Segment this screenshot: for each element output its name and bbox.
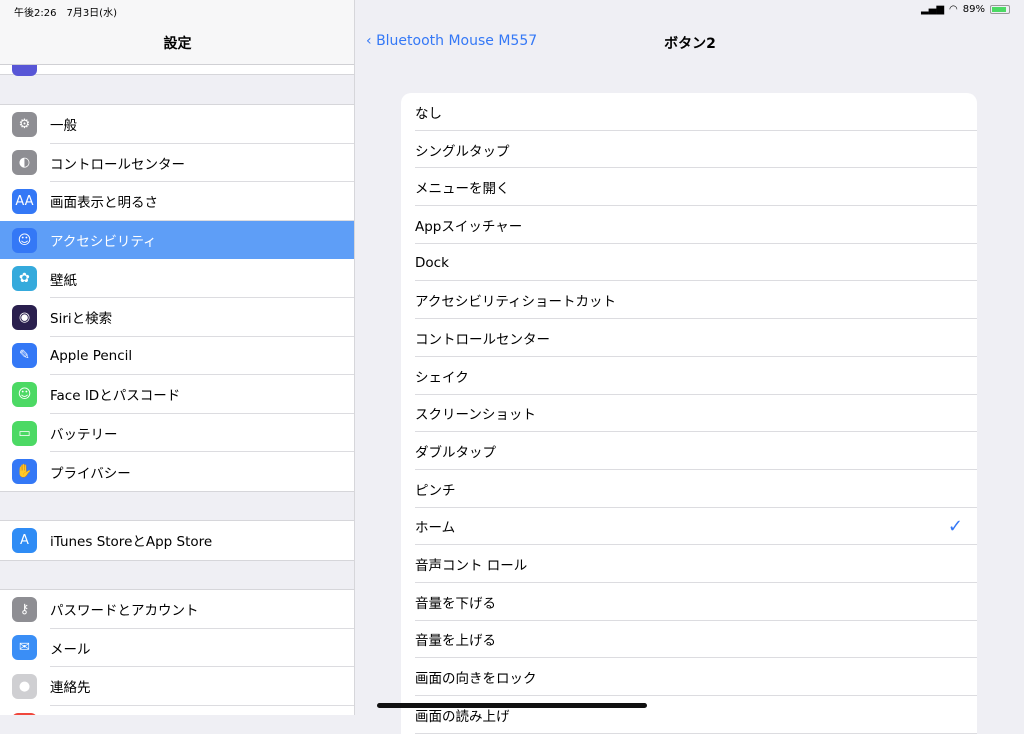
sidebar-item-label: iTunes StoreとApp Store xyxy=(50,534,213,551)
sidebar-item-label: アクセシビリティ xyxy=(50,234,157,251)
toggle-icon: ◐ xyxy=(12,150,37,176)
sidebar-item[interactable]: ✋ プライバシー xyxy=(0,452,354,491)
sidebar-item-label: メール xyxy=(50,641,91,658)
option-label: アクセシビリティショートカット xyxy=(415,294,617,311)
sidebar-item[interactable]: ✿ 壁紙 xyxy=(0,259,354,298)
sidebar-item-label: Siriと検索 xyxy=(50,311,113,328)
sidebar-item[interactable]: AA 画面表示と明るさ xyxy=(0,182,354,221)
sidebar-item[interactable]: ⚙ 一般 xyxy=(0,105,354,144)
option-row[interactable]: 音量を上げる xyxy=(401,621,977,659)
option-row[interactable]: 画面の向きをロック xyxy=(401,658,977,696)
sidebar-item[interactable]: ⚷ パスワードとアカウント xyxy=(0,590,354,629)
sidebar-item[interactable]: ☺ アクセシビリティ xyxy=(0,220,354,260)
gear-icon: ⚙ xyxy=(12,111,37,137)
sidebar-item[interactable]: ☺ Face IDとパスコード xyxy=(0,375,354,414)
pencil-icon: ✎ xyxy=(12,343,37,369)
option-label: シングルタップ xyxy=(415,143,510,160)
option-row[interactable]: メニューを開く xyxy=(401,168,977,206)
settings-group-1: ⚙ 一般 ◐ コントロールセンター AA 画面表示と明るさ ☺ アクセシビリティ ✿ 壁紙 ◉ Sir… xyxy=(0,104,354,492)
display-icon: AA xyxy=(12,188,37,214)
signal-icon: ▂▄▆ xyxy=(920,4,945,15)
status-time: 午後2:26 7月3日(水) xyxy=(14,8,117,19)
sidebar-item-label: 画面表示と明るさ xyxy=(50,195,158,212)
settings-group-2: AiTunes StoreとApp Store xyxy=(0,520,354,561)
option-label: メニューを開く xyxy=(415,181,510,198)
status-indicators: ▂▄▆ ◠ 89% xyxy=(921,4,1010,15)
option-row[interactable]: Appスイッチャー xyxy=(401,206,977,244)
option-row[interactable]: なし xyxy=(401,93,977,131)
battery-icon xyxy=(990,5,1010,14)
option-row[interactable]: ホーム ✓ xyxy=(401,508,977,546)
sidebar-item[interactable]: AiTunes StoreとApp Store xyxy=(0,521,354,560)
option-label: 音量を上げる xyxy=(415,633,496,650)
home-indicator[interactable] xyxy=(377,703,647,708)
sidebar-item[interactable]: ✎ Apple Pencil xyxy=(0,337,354,376)
option-label: シェイク xyxy=(415,369,469,386)
accessibility-icon: ☺ xyxy=(12,227,37,253)
option-row[interactable]: シェイク xyxy=(401,357,977,395)
detail-title: ボタン2 xyxy=(664,36,716,52)
option-row[interactable]: シングルタップ xyxy=(401,131,977,169)
wallpaper-icon: ✿ xyxy=(12,266,37,292)
option-label: 音声コント ロール xyxy=(415,558,528,575)
sidebar-item-label: 一般 xyxy=(50,118,77,135)
sidebar-item-label: 壁紙 xyxy=(50,272,77,289)
sidebar-item-label: プライバシー xyxy=(50,465,131,482)
sidebar-item[interactable]: ◉ Siriと検索 xyxy=(0,298,354,337)
option-label: 画面の向きをロック xyxy=(415,671,537,688)
sidebar-item[interactable] xyxy=(0,706,354,715)
option-label: コントロールセンター xyxy=(415,331,550,348)
option-row[interactable]: Dock xyxy=(401,244,977,282)
option-label: ダブルタップ xyxy=(415,445,496,462)
option-row[interactable]: コントロールセンター xyxy=(401,319,977,357)
sidebar-item[interactable]: ✉ メール xyxy=(0,629,354,668)
option-label: Appスイッチャー xyxy=(415,218,523,235)
siri-icon: ◉ xyxy=(12,304,37,330)
option-label: 音量を下げる xyxy=(415,595,496,612)
option-row[interactable]: ダブルタップ xyxy=(401,432,977,470)
sidebar-item[interactable]: ◐ コントロールセンター xyxy=(0,144,354,183)
sidebar-item[interactable]: ● 連絡先 xyxy=(0,667,354,706)
button-action-list: なしシングルタップ メニューを開く Appスイッチャー Dock アクセシビリティショー… xyxy=(401,93,977,734)
sidebar-title: 設定 xyxy=(163,36,192,52)
battery-icon: ▭ xyxy=(12,420,37,446)
sidebar-item-label: Apple Pencil xyxy=(50,347,133,364)
option-row[interactable]: アクセシビリティショートカット xyxy=(401,281,977,319)
option-row[interactable]: ピンチ xyxy=(401,470,977,508)
settings-sidebar: 午後2:26 7月3日(水) 設定 ⚙ 一般 ◐ コントロールセンター AA 画面表示と明… xyxy=(0,0,355,715)
contacts-icon: ● xyxy=(12,673,37,699)
sidebar-item-label: コントロールセンター xyxy=(50,156,185,173)
wifi-icon: ◠ xyxy=(949,4,958,15)
appstore-icon: A xyxy=(12,527,37,553)
key-icon: ⚷ xyxy=(12,596,37,622)
settings-group-3: ⚷ パスワードとアカウント ✉ メール ● 連絡先 xyxy=(0,589,354,715)
option-row[interactable]: スクリーンショット xyxy=(401,395,977,433)
option-label: スクリーンショット xyxy=(415,407,536,424)
checkmark-icon: ✓ xyxy=(947,515,963,537)
sidebar-item-label: パスワードとアカウント xyxy=(50,603,199,620)
sidebar-item-label: 連絡先 xyxy=(50,680,91,697)
faceid-icon: ☺ xyxy=(12,381,37,407)
sidebar-item-label: バッテリー xyxy=(50,427,118,444)
option-row[interactable]: 音声コント ロール xyxy=(401,545,977,583)
option-label: Dock xyxy=(415,254,449,271)
option-label: ピンチ xyxy=(415,482,456,499)
battery-percent: 89% xyxy=(962,4,985,15)
sidebar-header: 午後2:26 7月3日(水) 設定 xyxy=(0,0,354,65)
hand-icon: ✋ xyxy=(12,459,37,485)
sidebar-item-label: Face IDとパスコード xyxy=(50,388,181,405)
option-row[interactable]: 音量を下げる xyxy=(401,583,977,621)
mail-icon: ✉ xyxy=(12,635,37,661)
sidebar-item[interactable]: ▭ バッテリー xyxy=(0,414,354,453)
option-label: なし xyxy=(415,105,442,122)
option-label: ホーム xyxy=(415,520,456,537)
